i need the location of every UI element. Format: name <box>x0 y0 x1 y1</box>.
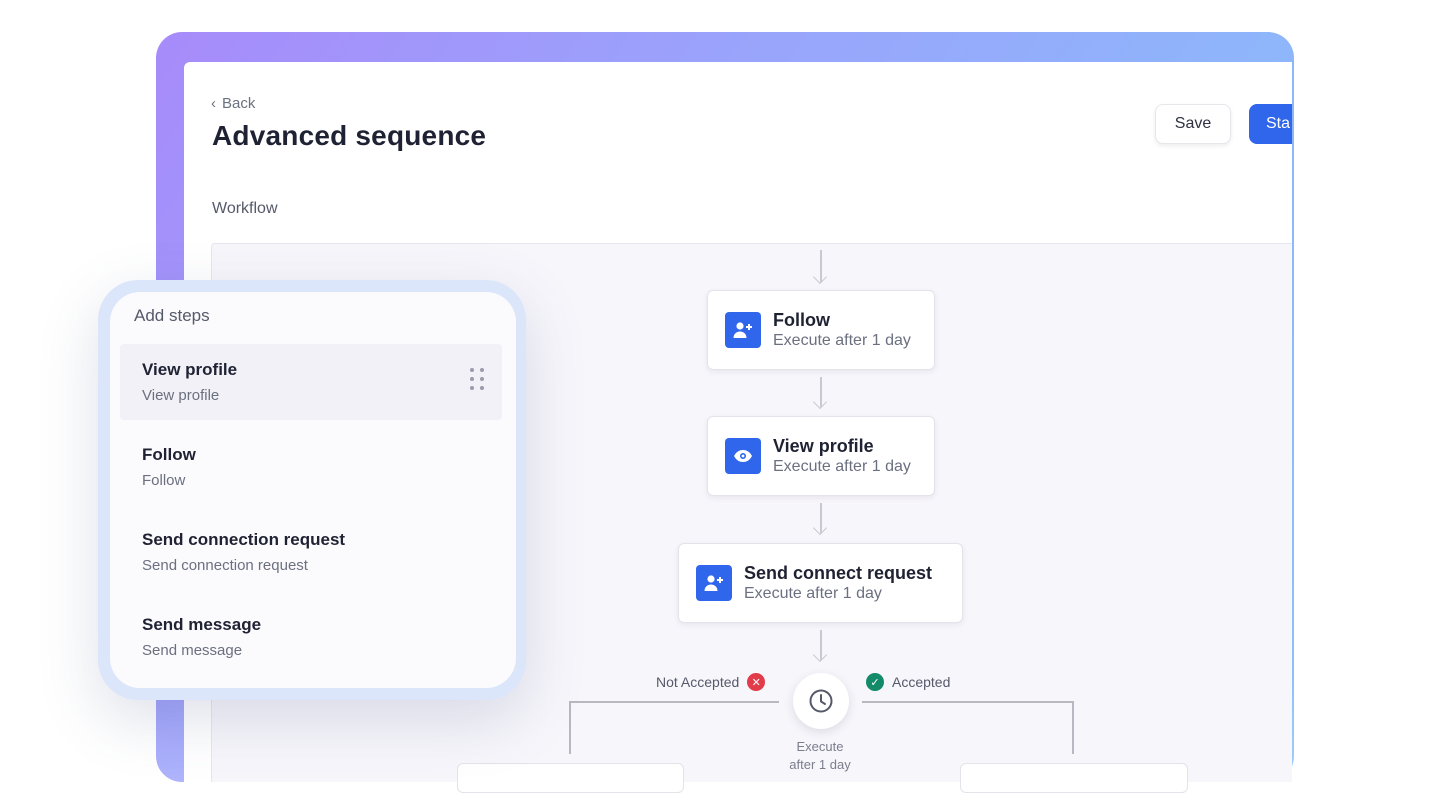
workflow-label: Workflow <box>212 200 278 217</box>
step-title: Follow <box>142 445 196 464</box>
start-button[interactable]: Sta <box>1249 104 1292 144</box>
delay-node[interactable] <box>793 673 849 729</box>
workflow-node-send-connect-request[interactable]: Send connect request Execute after 1 day <box>678 543 963 623</box>
workflow-node-stub-right[interactable] <box>960 763 1188 793</box>
delay-label-line1: Execute <box>796 739 844 754</box>
add-steps-panel: Add steps View profile View profile Foll… <box>110 292 516 688</box>
check-circle-icon: ✓ <box>866 673 884 691</box>
workflow-node-follow[interactable]: Follow Execute after 1 day <box>707 290 935 370</box>
node-subtitle: Execute after 1 day <box>744 585 882 602</box>
node-title: Send connect request <box>744 563 933 583</box>
step-title: View profile <box>142 360 238 379</box>
not-accepted-label: Not Accepted ✕ <box>656 673 766 691</box>
workflow-node-stub-left[interactable] <box>457 763 684 793</box>
branch-line-left <box>569 701 779 703</box>
accepted-label: ✓ Accepted <box>866 673 950 691</box>
step-subtitle: Send message <box>142 642 243 659</box>
step-item-send-connection-request[interactable]: Send connection request Send connection … <box>120 514 502 590</box>
branch-line-left-down <box>569 701 571 754</box>
step-subtitle: Send connection request <box>142 557 308 574</box>
branch-line-right-down <box>1072 701 1074 754</box>
chevron-left-icon: ‹ <box>211 95 216 112</box>
page-title: Advanced sequence <box>212 120 487 151</box>
step-item-send-message[interactable]: Send message Send message <box>120 599 502 675</box>
step-item-follow[interactable]: Follow Follow <box>120 429 502 505</box>
drag-handle-icon[interactable] <box>470 368 484 390</box>
node-subtitle: Execute after 1 day <box>773 332 911 349</box>
add-steps-title: Add steps <box>134 306 210 325</box>
node-subtitle: Execute after 1 day <box>773 458 911 475</box>
user-plus-icon <box>725 312 761 348</box>
user-plus-icon <box>696 565 732 601</box>
step-item-view-profile[interactable]: View profile View profile <box>120 344 502 420</box>
x-circle-icon: ✕ <box>747 673 766 691</box>
delay-label-line2: after 1 day <box>789 757 851 772</box>
back-label: Back <box>222 95 256 112</box>
step-subtitle: Follow <box>142 472 186 489</box>
clock-icon <box>809 689 833 713</box>
step-subtitle: View profile <box>142 387 220 404</box>
back-link[interactable]: ‹ Back <box>211 95 255 112</box>
workflow-node-view-profile[interactable]: View profile Execute after 1 day <box>707 416 935 496</box>
step-title: Send message <box>142 615 262 634</box>
node-title: Follow <box>773 310 830 330</box>
step-title: Send connection request <box>142 530 346 549</box>
delay-label: Execute after 1 day <box>770 738 870 774</box>
eye-icon <box>725 438 761 474</box>
node-title: View profile <box>773 436 874 456</box>
save-button[interactable]: Save <box>1155 104 1231 144</box>
accepted-text: Accepted <box>892 674 951 690</box>
branch-line-right <box>862 701 1073 703</box>
not-accepted-text: Not Accepted <box>656 674 740 690</box>
